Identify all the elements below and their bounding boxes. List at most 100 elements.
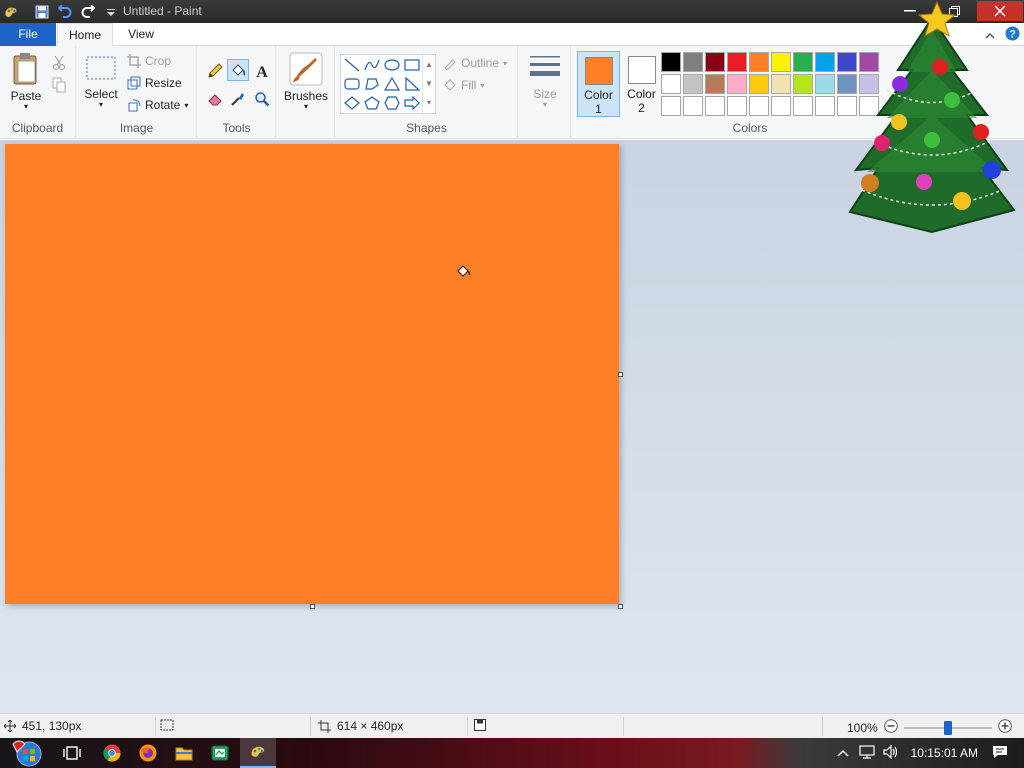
palette-swatch[interactable] — [683, 74, 703, 94]
palette-swatch[interactable] — [771, 74, 791, 94]
zoom-slider-thumb[interactable] — [943, 720, 952, 735]
volume-icon[interactable] — [883, 744, 899, 762]
redo-icon[interactable] — [77, 1, 99, 23]
resize-button[interactable]: Resize — [127, 76, 182, 90]
zoom-level: 100% — [847, 720, 878, 735]
cut-icon[interactable] — [48, 52, 70, 74]
undo-icon[interactable] — [54, 1, 76, 23]
clipboard-group-label: Clipboard — [11, 121, 64, 135]
color1-button[interactable]: Color 1 — [577, 51, 620, 117]
palette-swatch[interactable] — [661, 96, 681, 116]
clock[interactable]: 10:15:01 AM — [911, 746, 978, 760]
scroll-down-icon[interactable]: ▼ — [423, 74, 435, 93]
rectangle-shape-icon[interactable] — [402, 56, 422, 74]
fill-cursor-icon — [455, 263, 473, 282]
pentagon-shape-icon[interactable] — [362, 94, 382, 112]
outline-button[interactable]: Outline ▾ — [443, 56, 507, 70]
palette-swatch[interactable] — [661, 74, 681, 94]
palette-swatch[interactable] — [749, 74, 769, 94]
zoom-out-icon[interactable] — [883, 719, 898, 736]
brushes-button[interactable]: Brushes ▾ — [281, 52, 331, 111]
palette-swatch[interactable] — [705, 74, 725, 94]
hexagon-shape-icon[interactable] — [382, 94, 402, 112]
palette-swatch[interactable] — [771, 52, 791, 72]
palette-swatch[interactable] — [727, 96, 747, 116]
palette-swatch[interactable] — [705, 52, 725, 72]
zoom-in-icon[interactable] — [997, 719, 1012, 736]
color2-button[interactable]: Color 2 — [620, 51, 663, 117]
palette-swatch[interactable] — [815, 96, 835, 116]
palette-swatch[interactable] — [683, 96, 703, 116]
file-explorer-icon[interactable] — [166, 738, 202, 768]
crop-button[interactable]: Crop — [127, 54, 171, 68]
fill-button[interactable]: Fill ▾ — [443, 78, 484, 92]
outline-icon — [444, 59, 456, 70]
size-button[interactable]: Size ▾ — [525, 52, 565, 109]
palette-swatch[interactable] — [749, 96, 769, 116]
firefox-icon[interactable] — [130, 738, 166, 768]
network-icon[interactable] — [859, 744, 875, 762]
action-center-icon[interactable] — [992, 745, 1008, 762]
image-size-icon — [318, 719, 331, 733]
shapes-scroll[interactable]: ▲ ▼ ▾ — [422, 55, 435, 113]
palette-swatch[interactable] — [661, 52, 681, 72]
drawing-canvas[interactable] — [5, 144, 619, 604]
diamond-shape-icon[interactable] — [342, 94, 362, 112]
palette-swatch[interactable] — [705, 96, 725, 116]
tools-group-label: Tools — [222, 121, 251, 135]
color1-label-line1: Color — [584, 88, 613, 102]
fill-bucket-icon[interactable] — [227, 59, 249, 81]
tab-home[interactable]: Home — [57, 23, 113, 47]
palette-swatch[interactable] — [771, 96, 791, 116]
palette-swatch[interactable] — [727, 52, 747, 72]
expand-gallery-icon[interactable]: ▾ — [423, 93, 435, 112]
select-button[interactable]: Select ▾ — [81, 54, 121, 109]
palette-swatch[interactable] — [793, 52, 813, 72]
copy-icon[interactable] — [48, 74, 70, 96]
chrome-icon[interactable] — [94, 738, 130, 768]
line-shape-icon[interactable] — [342, 56, 362, 74]
palette-swatch[interactable] — [793, 74, 813, 94]
color-picker-icon[interactable] — [227, 88, 249, 110]
eraser-icon[interactable] — [204, 88, 226, 110]
system-tray: 10:15:01 AM — [837, 738, 1024, 768]
palette-swatch[interactable] — [793, 96, 813, 116]
curve-shape-icon[interactable] — [362, 56, 382, 74]
resize-handle-bottom[interactable] — [310, 604, 315, 609]
paste-button[interactable]: Paste ▾ — [6, 52, 46, 111]
resize-handle-right[interactable] — [618, 372, 623, 377]
rotate-button[interactable]: Rotate ▾ — [127, 98, 188, 112]
triangle-shape-icon[interactable] — [382, 75, 402, 93]
chevron-down-icon: ▾ — [303, 102, 308, 111]
paint-taskbar-icon[interactable] — [240, 738, 276, 768]
save-icon[interactable] — [31, 1, 53, 23]
customize-qat-icon[interactable] — [100, 1, 122, 23]
text-tool-icon[interactable]: A — [251, 60, 273, 82]
palette-swatch[interactable] — [683, 52, 703, 72]
paint-app-icon[interactable] — [0, 1, 22, 23]
palette-swatch[interactable] — [815, 74, 835, 94]
select-label: Select — [84, 87, 118, 101]
magnifier-icon[interactable] — [251, 88, 273, 110]
outline-label: Outline — [461, 56, 500, 70]
task-view-icon[interactable] — [54, 738, 90, 768]
tab-view[interactable]: View — [113, 23, 169, 46]
show-hidden-icons-icon[interactable] — [837, 746, 849, 760]
pencil-icon[interactable] — [204, 60, 226, 82]
rounded-rectangle-shape-icon[interactable] — [342, 75, 362, 93]
oval-shape-icon[interactable] — [382, 56, 402, 74]
cursor-position: 451, 130px — [4, 719, 81, 733]
scroll-up-icon[interactable]: ▲ — [423, 55, 435, 74]
palette-swatch[interactable] — [727, 74, 747, 94]
zoom-slider[interactable] — [903, 720, 992, 735]
polygon-shape-icon[interactable] — [362, 75, 382, 93]
right-arrow-shape-icon[interactable] — [402, 94, 422, 112]
start-button[interactable] — [6, 738, 46, 768]
right-triangle-shape-icon[interactable] — [402, 75, 422, 93]
selection-icon — [160, 719, 174, 731]
palette-swatch[interactable] — [815, 52, 835, 72]
tab-file[interactable]: File — [0, 23, 56, 46]
green-app-icon[interactable] — [202, 738, 238, 768]
resize-handle-corner[interactable] — [618, 604, 623, 609]
palette-swatch[interactable] — [749, 52, 769, 72]
